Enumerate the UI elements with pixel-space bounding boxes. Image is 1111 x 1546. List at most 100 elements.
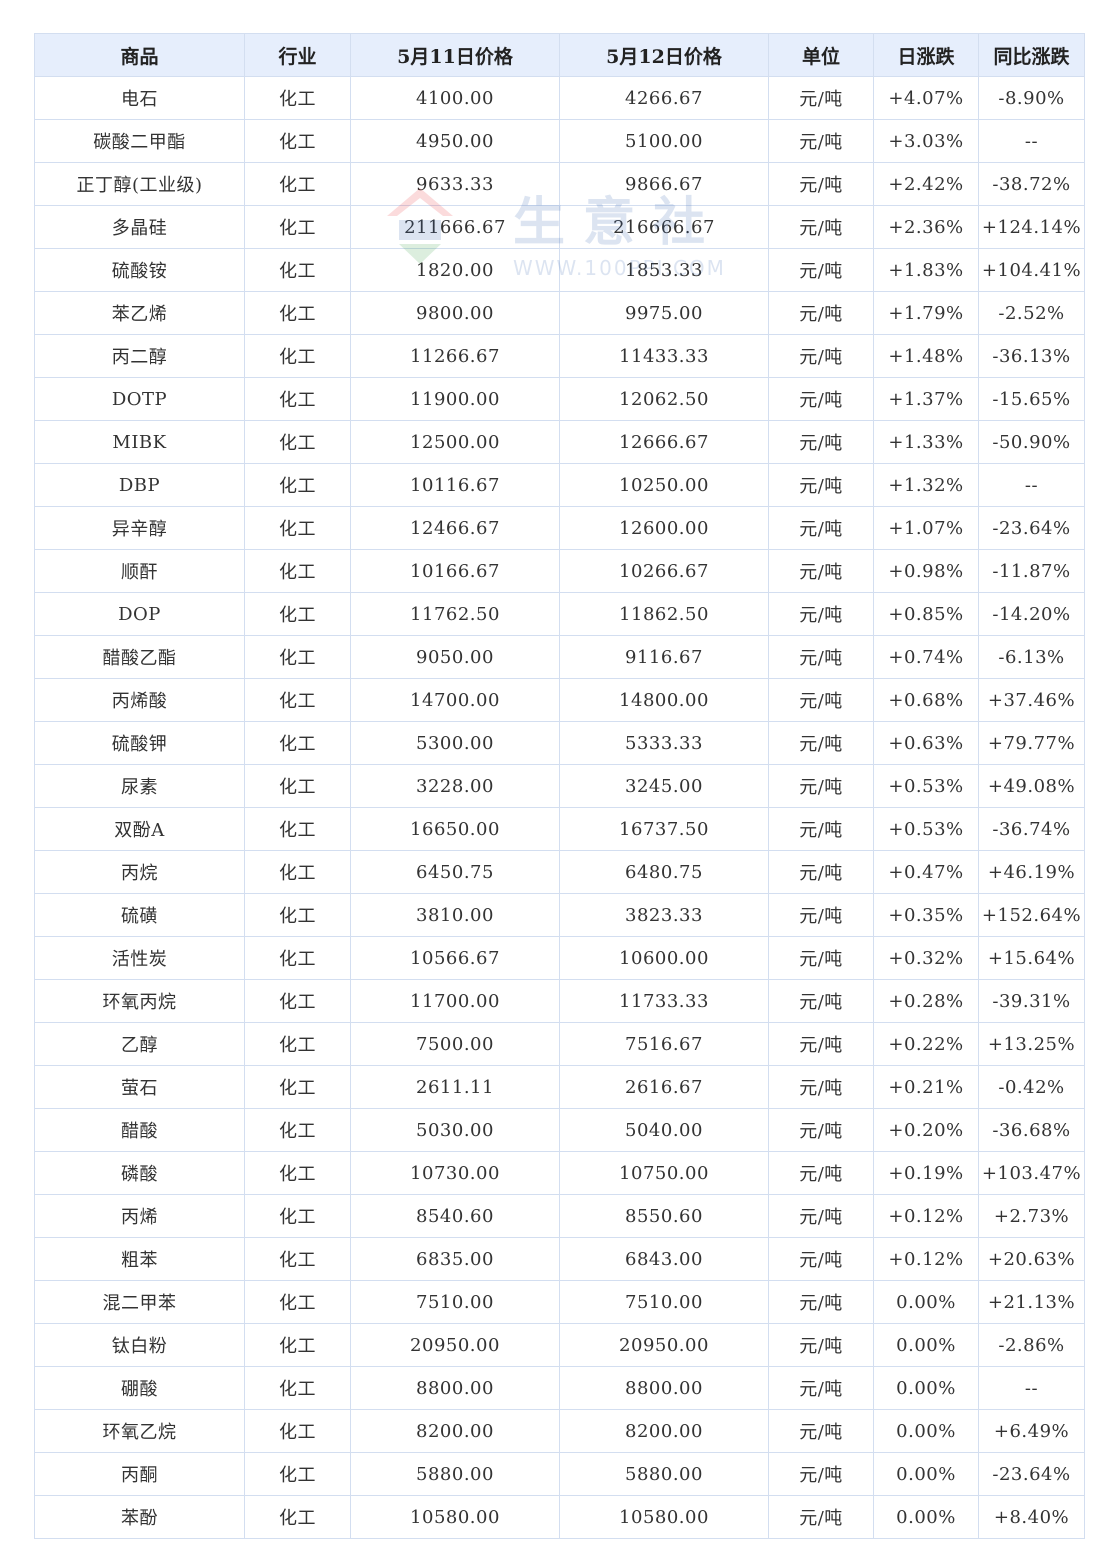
cell-unit: 元/吨 [768,850,874,894]
cell-price-curr: 11433.33 [559,334,769,378]
cell-name[interactable]: 多晶硅 [34,205,245,249]
cell-name[interactable]: 丙烯酸 [34,678,245,722]
cell-yoy-change: -23.64% [978,506,1085,550]
cell-unit: 元/吨 [768,1495,874,1539]
cell-price-prev: 6450.75 [350,850,560,894]
cell-price-prev: 3228.00 [350,764,560,808]
header-yoy-change[interactable]: 同比涨跌 [978,33,1085,77]
cell-price-curr: 12600.00 [559,506,769,550]
cell-unit: 元/吨 [768,291,874,335]
cell-price-curr: 9866.67 [559,162,769,206]
cell-name[interactable]: 顺酐 [34,549,245,593]
cell-price-prev: 4100.00 [350,76,560,120]
cell-unit: 元/吨 [768,807,874,851]
cell-yoy-change: +37.46% [978,678,1085,722]
cell-name[interactable]: 硫酸钾 [34,721,245,765]
cell-unit: 元/吨 [768,420,874,464]
cell-price-curr: 10580.00 [559,1495,769,1539]
cell-name[interactable]: 硫酸铵 [34,248,245,292]
cell-price-curr: 5100.00 [559,119,769,163]
cell-industry: 化工 [244,1366,351,1410]
cell-name[interactable]: 环氧乙烷 [34,1409,245,1453]
cell-name[interactable]: 混二甲苯 [34,1280,245,1324]
cell-name[interactable]: 双酚A [34,807,245,851]
table-row: 醋酸 化工 5030.00 5040.00 元/吨 +0.20% -36.68% [34,1108,1085,1152]
cell-price-prev: 14700.00 [350,678,560,722]
cell-name[interactable]: DOTP [34,377,245,421]
cell-name[interactable]: 萤石 [34,1065,245,1109]
cell-name[interactable]: 丙二醇 [34,334,245,378]
cell-price-prev: 11700.00 [350,979,560,1023]
cell-name[interactable]: 粗苯 [34,1237,245,1281]
cell-price-curr: 1853.33 [559,248,769,292]
cell-unit: 元/吨 [768,979,874,1023]
cell-yoy-change: -36.74% [978,807,1085,851]
table-row: 环氧乙烷 化工 8200.00 8200.00 元/吨 0.00% +6.49% [34,1409,1085,1453]
cell-industry: 化工 [244,1022,351,1066]
table-row: 磷酸 化工 10730.00 10750.00 元/吨 +0.19% +103.47% [34,1151,1085,1195]
cell-price-prev: 8200.00 [350,1409,560,1453]
header-price-curr[interactable]: 5月12日价格 [559,33,769,77]
cell-unit: 元/吨 [768,721,874,765]
cell-name[interactable]: 碳酸二甲酯 [34,119,245,163]
cell-name[interactable]: 正丁醇(工业级) [34,162,245,206]
cell-name[interactable]: 活性炭 [34,936,245,980]
cell-name[interactable]: 异辛醇 [34,506,245,550]
cell-daily-change: 0.00% [873,1280,979,1324]
cell-name[interactable]: 磷酸 [34,1151,245,1195]
cell-name[interactable]: 硫磺 [34,893,245,937]
cell-unit: 元/吨 [768,1108,874,1152]
cell-name[interactable]: DOP [34,592,245,636]
cell-price-prev: 11762.50 [350,592,560,636]
header-industry[interactable]: 行业 [244,33,351,77]
cell-name[interactable]: 苯酚 [34,1495,245,1539]
cell-name[interactable]: 丙烷 [34,850,245,894]
header-daily-change[interactable]: 日涨跌 [873,33,979,77]
cell-name[interactable]: MIBK [34,420,245,464]
cell-daily-change: +0.68% [873,678,979,722]
cell-industry: 化工 [244,377,351,421]
cell-name[interactable]: 醋酸 [34,1108,245,1152]
table-row: 钛白粉 化工 20950.00 20950.00 元/吨 0.00% -2.86% [34,1323,1085,1367]
cell-name[interactable]: 钛白粉 [34,1323,245,1367]
cell-name[interactable]: 丙酮 [34,1452,245,1496]
cell-price-curr: 6843.00 [559,1237,769,1281]
cell-name[interactable]: DBP [34,463,245,507]
cell-name[interactable]: 硼酸 [34,1366,245,1410]
cell-name[interactable]: 醋酸乙酯 [34,635,245,679]
header-price-prev[interactable]: 5月11日价格 [350,33,560,77]
cell-yoy-change: +8.40% [978,1495,1085,1539]
header-name[interactable]: 商品 [34,33,245,77]
cell-yoy-change: -39.31% [978,979,1085,1023]
cell-name[interactable]: 乙醇 [34,1022,245,1066]
cell-industry: 化工 [244,76,351,120]
cell-name[interactable]: 尿素 [34,764,245,808]
cell-price-prev: 6835.00 [350,1237,560,1281]
table-row: 粗苯 化工 6835.00 6843.00 元/吨 +0.12% +20.63% [34,1237,1085,1281]
cell-yoy-change: -- [978,119,1085,163]
cell-price-prev: 12500.00 [350,420,560,464]
cell-industry: 化工 [244,291,351,335]
cell-industry: 化工 [244,635,351,679]
cell-daily-change: +0.98% [873,549,979,593]
cell-price-prev: 3810.00 [350,893,560,937]
cell-daily-change: +0.32% [873,936,979,980]
header-unit[interactable]: 单位 [768,33,874,77]
cell-price-prev: 5880.00 [350,1452,560,1496]
cell-name[interactable]: 苯乙烯 [34,291,245,335]
cell-price-curr: 8550.60 [559,1194,769,1238]
cell-price-prev: 16650.00 [350,807,560,851]
cell-name[interactable]: 丙烯 [34,1194,245,1238]
cell-price-curr: 10750.00 [559,1151,769,1195]
cell-price-prev: 10116.67 [350,463,560,507]
cell-daily-change: +0.12% [873,1237,979,1281]
table-row: DOP 化工 11762.50 11862.50 元/吨 +0.85% -14.20% [34,592,1085,636]
cell-yoy-change: -- [978,1366,1085,1410]
cell-yoy-change: -36.68% [978,1108,1085,1152]
table-row: 活性炭 化工 10566.67 10600.00 元/吨 +0.32% +15.64% [34,936,1085,980]
cell-price-prev: 11900.00 [350,377,560,421]
cell-name[interactable]: 电石 [34,76,245,120]
cell-name[interactable]: 环氧丙烷 [34,979,245,1023]
cell-unit: 元/吨 [768,592,874,636]
cell-daily-change: 0.00% [873,1452,979,1496]
